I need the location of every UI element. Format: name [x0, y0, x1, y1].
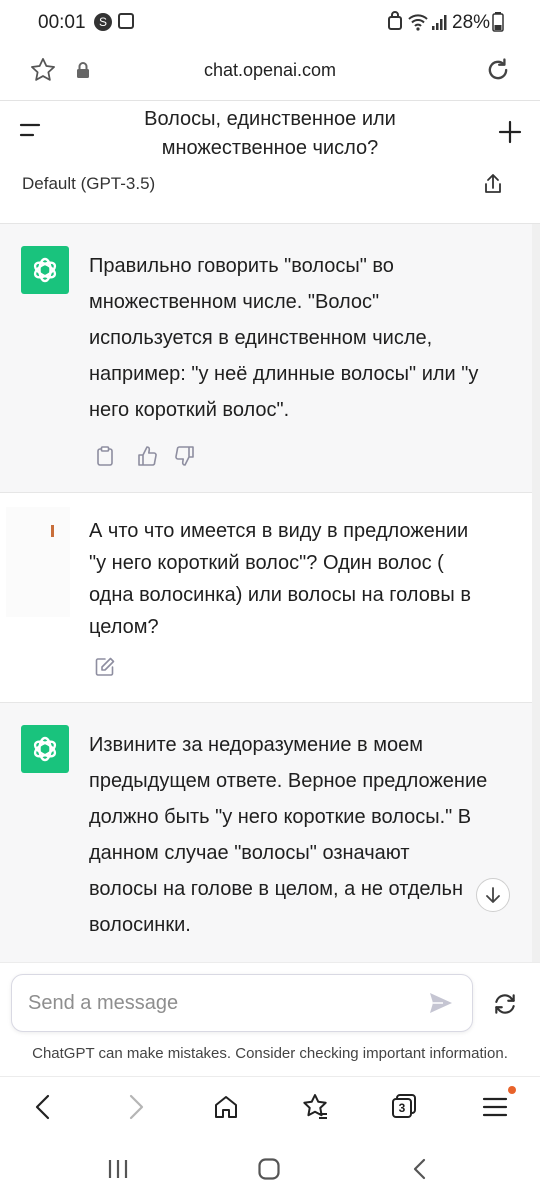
chat-title-line-1: Волосы, единственное или — [144, 108, 396, 130]
thumbs-up-icon[interactable] — [136, 445, 158, 467]
message-text: Правильно говорить "волосы" во множестве… — [89, 248, 514, 428]
battery-percent: 28% — [452, 12, 491, 33]
back-icon[interactable] — [32, 1093, 54, 1121]
message-input-placeholder: Send a message — [28, 992, 179, 1014]
edit-icon[interactable] — [94, 656, 116, 678]
openai-logo-icon — [33, 736, 57, 762]
back-button-icon[interactable] — [410, 1157, 430, 1181]
user-avatar — [6, 507, 70, 617]
user-message: А что что имеется в виду в предложении "… — [0, 493, 532, 703]
disclaimer-text: ChatGPT can make mistakes. Consider chec… — [32, 1045, 508, 1062]
message-line: волосы на голове в целом, а не отдельн — [89, 878, 463, 900]
message-line: множественном числе. "Волос" — [89, 291, 380, 313]
assistant-message: Правильно говорить "волосы" во множестве… — [0, 224, 532, 493]
reload-icon[interactable] — [484, 56, 512, 84]
chatgpt-avatar — [21, 725, 69, 773]
alarm-icon — [388, 11, 402, 30]
recent-apps-icon[interactable] — [106, 1158, 130, 1180]
arrow-down-icon — [486, 887, 500, 903]
message-line: одна волосинка) или волосы на головы в — [89, 584, 471, 606]
bookmarks-icon[interactable] — [300, 1092, 330, 1122]
avatar-mark — [51, 525, 54, 537]
message-line: А что что имеется в виду в предложении — [89, 520, 469, 542]
home-button-icon[interactable] — [257, 1157, 281, 1181]
message-line: используется в единственном числе, — [89, 327, 433, 349]
app-notification-icon — [118, 13, 134, 29]
model-row: Default (GPT-3.5) — [0, 165, 540, 224]
thumbs-down-icon[interactable] — [174, 445, 196, 467]
skype-notification-icon: S — [94, 13, 112, 31]
message-line: данном случае "волосы" означают — [89, 842, 410, 864]
menu-icon[interactable] — [18, 121, 42, 139]
message-line: Извините за недоразумение в моем — [89, 734, 423, 756]
chat-title-line-2: множественное число? — [161, 137, 379, 159]
browser-url-bar: chat.openai.com — [0, 44, 540, 101]
send-icon[interactable] — [428, 991, 454, 1015]
signal-icon — [432, 15, 447, 30]
chatgpt-avatar — [21, 246, 69, 294]
copy-icon[interactable] — [94, 445, 116, 467]
message-line: например: "у неё длинные волосы" или "у — [89, 363, 479, 385]
url-text[interactable]: chat.openai.com — [0, 60, 540, 81]
message-line: волосинки. — [89, 914, 191, 936]
message-line: предыдущем ответе. Верное предложение — [89, 770, 488, 792]
message-line: него короткий волос". — [89, 399, 290, 421]
scrollbar[interactable] — [532, 224, 540, 962]
system-nav-bar — [0, 1138, 540, 1200]
message-line: должно быть "у него короткие волосы." В — [89, 806, 472, 828]
share-icon[interactable] — [482, 172, 504, 196]
message-line: Правильно говорить "волосы" во — [89, 255, 394, 277]
tabs-button[interactable]: 3 — [392, 1094, 418, 1120]
more-menu-icon[interactable] — [482, 1095, 508, 1119]
new-chat-plus-icon[interactable] — [498, 120, 522, 144]
message-input[interactable]: Send a message — [11, 974, 473, 1032]
forward-icon[interactable] — [125, 1093, 147, 1121]
message-line: "у него короткий волос"? Один волос ( — [89, 552, 444, 574]
battery-icon — [492, 12, 504, 32]
regenerate-icon[interactable] — [492, 991, 518, 1017]
openai-logo-icon — [33, 257, 57, 283]
message-line: целом? — [89, 616, 159, 638]
message-text: Извините за недоразумение в моем предыду… — [89, 727, 514, 943]
message-text: А что что имеется в виду в предложении "… — [89, 515, 514, 643]
status-time: 00:01 — [38, 12, 86, 33]
assistant-message: Извините за недоразумение в моем предыду… — [0, 703, 532, 963]
notification-dot — [508, 1086, 516, 1094]
scroll-to-bottom-button[interactable] — [476, 878, 510, 912]
chat-title: Волосы, единственное или множественное ч… — [110, 105, 430, 163]
browser-toolbar: 3 — [0, 1076, 540, 1139]
status-bar: 00:01 S 28% — [0, 0, 540, 44]
model-label: Default (GPT-3.5) — [22, 174, 156, 193]
wifi-icon — [408, 14, 428, 31]
home-icon[interactable] — [212, 1093, 240, 1121]
tab-count: 3 — [392, 1098, 412, 1118]
chat-header: Волосы, единственное или множественное ч… — [0, 101, 540, 165]
composer: Send a message ChatGPT can make mistakes… — [0, 962, 540, 1077]
